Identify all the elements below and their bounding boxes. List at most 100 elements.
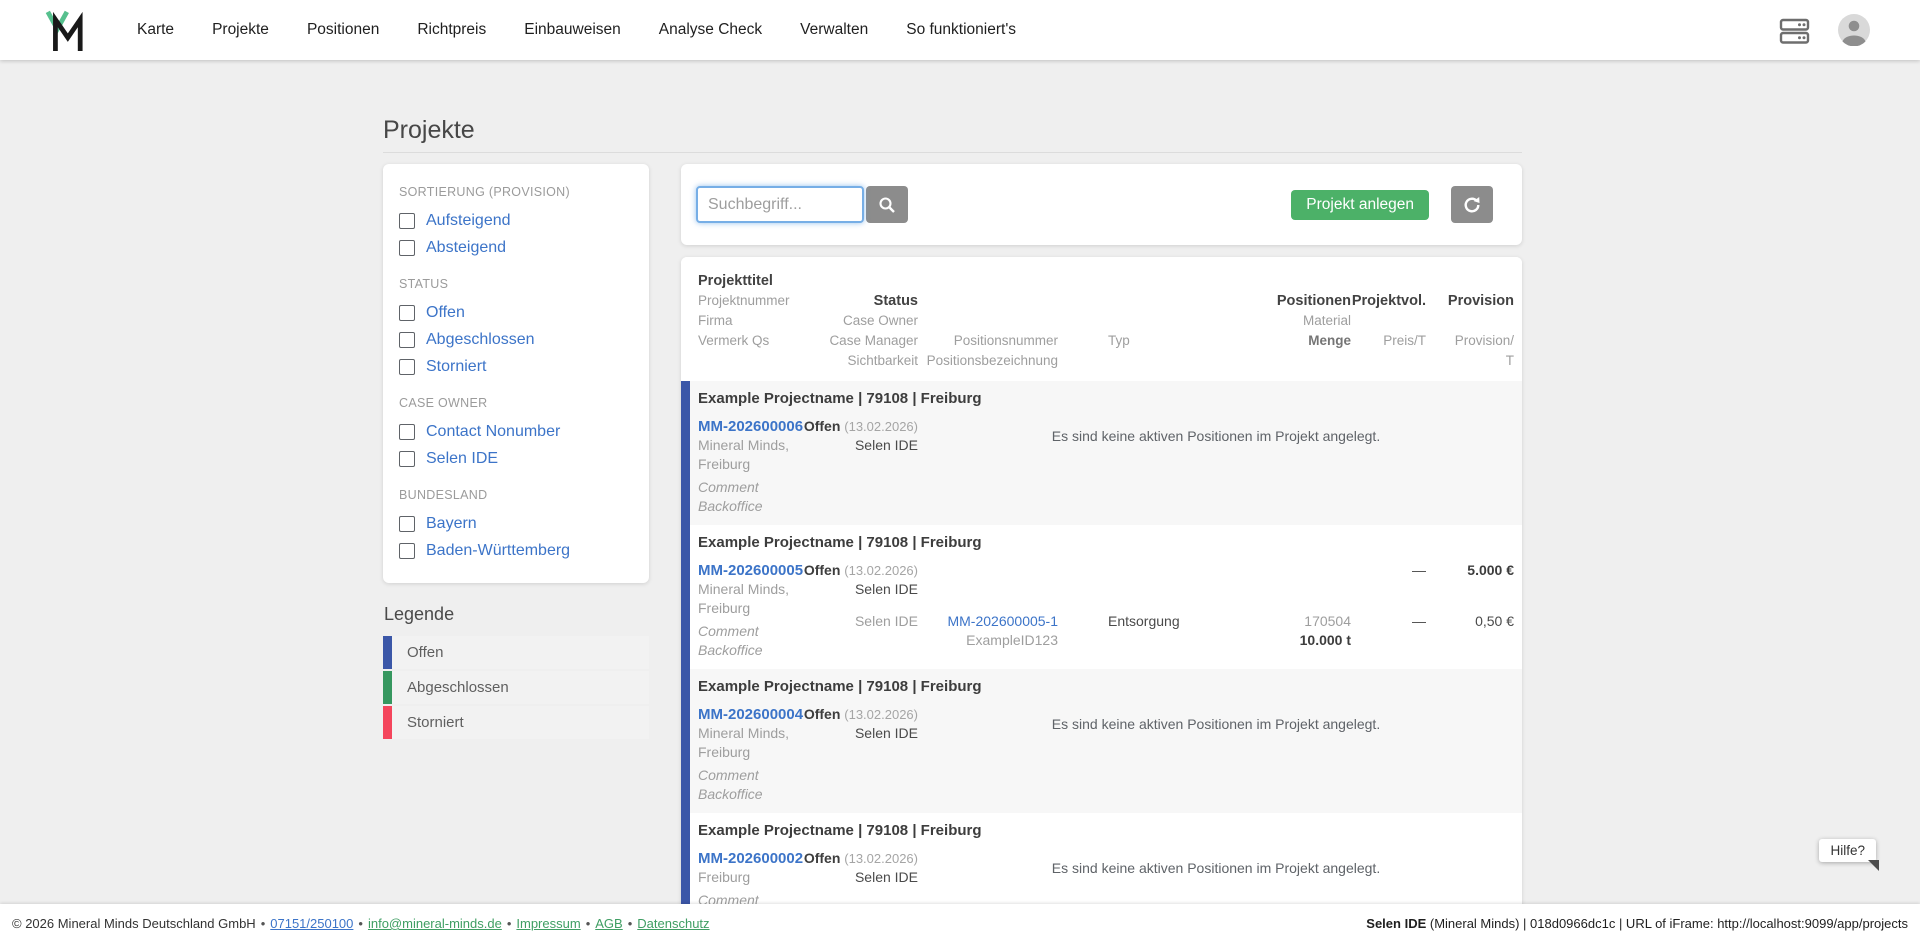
footer-session-details: (Mineral Minds) | 018d0966dc1c | URL of …	[1426, 916, 1908, 931]
checkbox-absteigend[interactable]	[399, 240, 415, 256]
filter-option-label: Baden-Württemberg	[426, 542, 571, 559]
navbar-right-actions	[1779, 14, 1870, 46]
help-button[interactable]: Hilfe?	[1819, 839, 1879, 871]
legend-row-abgeschlossen: Abgeschlossen	[383, 671, 649, 704]
menge-value: 10.000 t	[1299, 632, 1351, 648]
nav-item-richtpreis[interactable]: Richtpreis	[417, 21, 486, 39]
footer-left: © 2026 Mineral Minds Deutschland GmbH • …	[12, 916, 710, 931]
status-date: (13.02.2026)	[844, 419, 918, 434]
case-owner: Selen IDE	[854, 869, 918, 885]
checkbox-offen[interactable]	[399, 305, 415, 321]
nav-item-so-funktionierts[interactable]: So funktioniert's	[906, 21, 1016, 39]
header-col-position: Positionsnummer Positionsbezeichnung	[926, 333, 1058, 368]
footer-session-user: Selen IDE	[1366, 916, 1427, 931]
project-number-link[interactable]: MM-202600006	[698, 417, 803, 436]
company-city: Freiburg	[698, 456, 751, 472]
footer-email-link[interactable]: info@mineral-minds.de	[368, 916, 502, 931]
nav-item-projekte[interactable]: Projekte	[212, 21, 269, 39]
filter-option-label: Storniert	[426, 358, 487, 375]
filter-option-abgeschlossen[interactable]: Abgeschlossen	[399, 328, 633, 352]
footer-link-agb[interactable]: AGB	[595, 916, 622, 931]
nav-item-verwalten[interactable]: Verwalten	[800, 21, 868, 39]
filter-option-aufsteigend[interactable]: Aufsteigend	[399, 209, 633, 233]
filter-section-case-owner: CASE OWNER Contact Nonumber Selen IDE	[399, 396, 633, 471]
position-menge-cell: 170504 10.000 t	[1241, 612, 1351, 660]
company-name: Mineral Minds,	[698, 437, 790, 453]
case-owner: Selen IDE	[854, 581, 918, 597]
checkbox-selen-ide[interactable]	[399, 451, 415, 467]
nav-item-positionen[interactable]: Positionen	[307, 21, 379, 39]
nav-item-analyse-check[interactable]: Analyse Check	[659, 21, 762, 39]
footer-separator: •	[585, 916, 591, 931]
project-number-link[interactable]: MM-202600004	[698, 705, 803, 724]
project-number-link[interactable]: MM-202600002	[698, 849, 803, 868]
status-cell: Offen (13.02.2026) Selen IDE	[803, 705, 918, 743]
position-ext-id: ExampleID123	[966, 632, 1058, 648]
footer-session-info: Selen IDE (Mineral Minds) | 018d0966dc1c…	[1366, 916, 1908, 931]
project-title: Example Projectname | 79108 | Freiburg	[698, 678, 982, 695]
status-text: Offen	[803, 562, 841, 578]
checkbox-bayern[interactable]	[399, 516, 415, 532]
project-info-cell: MM-202600006 Mineral Minds, Freiburg Com…	[698, 417, 803, 516]
legend-color-offen	[383, 636, 392, 669]
project-title: Example Projectname | 79108 | Freiburg	[698, 534, 982, 551]
footer-link-datenschutz[interactable]: Datenschutz	[637, 916, 709, 931]
account-button[interactable]	[1838, 14, 1870, 46]
legend-label: Offen	[392, 636, 649, 669]
filter-option-baden-wuerttemberg[interactable]: Baden-Württemberg	[399, 539, 633, 563]
search-input[interactable]	[696, 186, 864, 223]
note-comment: Comment	[698, 623, 759, 639]
legend-color-abgeschlossen	[383, 671, 392, 704]
position-provision: 0,50 €	[1475, 613, 1514, 629]
checkbox-contact-nonumber[interactable]	[399, 424, 415, 440]
note-backoffice: Backoffice	[698, 498, 763, 514]
checkbox-baden-wuerttemberg[interactable]	[399, 543, 415, 559]
note-comment: Comment	[698, 767, 759, 783]
filters-card: SORTIERUNG (PROVISION) Aufsteigend Abste…	[383, 164, 649, 583]
note-backoffice: Backoffice	[698, 642, 763, 658]
devices-button[interactable]	[1779, 16, 1810, 45]
toolbar-card: Projekt anlegen	[681, 164, 1522, 245]
filters-sidebar: SORTIERUNG (PROVISION) Aufsteigend Abste…	[383, 164, 649, 741]
checkbox-storniert[interactable]	[399, 359, 415, 375]
app-logo[interactable]	[44, 6, 84, 54]
filter-option-label: Contact Nonumber	[426, 423, 561, 440]
filter-option-label: Abgeschlossen	[426, 331, 535, 348]
status-date: (13.02.2026)	[844, 707, 918, 722]
search-button[interactable]	[866, 186, 908, 223]
header-col-spacer	[1188, 271, 1241, 371]
header-col-project: Projekttitel Projektnummer Firma Vermerk…	[698, 273, 790, 348]
nav-item-einbauweisen[interactable]: Einbauweisen	[524, 21, 621, 39]
legend-color-storniert	[383, 706, 392, 739]
footer: © 2026 Mineral Minds Deutschland GmbH • …	[0, 904, 1920, 943]
filter-option-bayern[interactable]: Bayern	[399, 512, 633, 536]
nav-item-karte[interactable]: Karte	[137, 21, 174, 39]
footer-separator: •	[506, 916, 512, 931]
filter-option-absteigend[interactable]: Absteigend	[399, 236, 633, 260]
filter-section-bundesland: BUNDESLAND Bayern Baden-Württemberg	[399, 488, 633, 563]
position-preis: —	[1412, 613, 1426, 629]
checkbox-abgeschlossen[interactable]	[399, 332, 415, 348]
status-date: (13.02.2026)	[844, 851, 918, 866]
footer-phone-link[interactable]: 07151/250100	[270, 916, 353, 931]
filter-option-contact-nonumber[interactable]: Contact Nonumber	[399, 420, 633, 444]
create-project-button[interactable]: Projekt anlegen	[1291, 189, 1429, 220]
filter-option-selen-ide[interactable]: Selen IDE	[399, 447, 633, 471]
status-text: Offen	[803, 850, 841, 866]
position-number-link[interactable]: MM-202600005-1	[947, 613, 1058, 629]
top-navbar: Karte Projekte Positionen Richtpreis Ein…	[0, 0, 1920, 60]
project-info-cell: MM-202600005 Mineral Minds, Freiburg Com…	[698, 561, 803, 660]
company-city: Freiburg	[698, 869, 751, 885]
material-number: 170504	[1304, 613, 1351, 629]
filter-option-offen[interactable]: Offen	[399, 301, 633, 325]
refresh-button[interactable]	[1451, 186, 1493, 223]
main-navigation: Karte Projekte Positionen Richtpreis Ein…	[137, 21, 1016, 39]
footer-separator: •	[627, 916, 633, 931]
server-rows-icon	[1779, 18, 1810, 44]
checkbox-aufsteigend[interactable]	[399, 213, 415, 229]
filter-option-storniert[interactable]: Storniert	[399, 355, 633, 379]
filter-option-label: Bayern	[426, 515, 477, 532]
row-status-bar	[681, 525, 690, 669]
project-number-link[interactable]: MM-202600005	[698, 561, 803, 580]
footer-link-impressum[interactable]: Impressum	[516, 916, 580, 931]
